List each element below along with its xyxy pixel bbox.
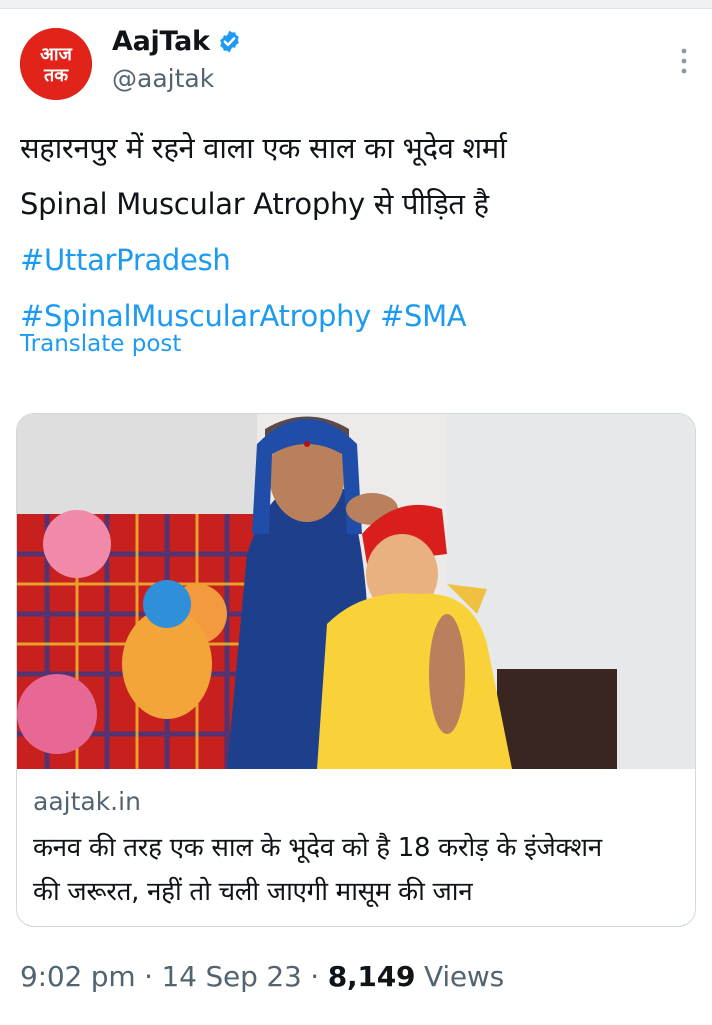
author-name-text: AajTak <box>112 26 210 57</box>
svg-text:आज: आज <box>40 44 72 65</box>
hashtag-link[interactable]: #SMA <box>380 299 467 333</box>
verified-badge-icon <box>219 30 239 53</box>
views-label: Views <box>423 960 505 993</box>
link-card[interactable]: aajtak.in कनव की तरह एक साल के भूदेव को … <box>16 413 696 927</box>
post-time[interactable]: 9:02 pm <box>20 960 136 993</box>
card-title: कनव की तरह एक साल के भूदेव को है 18 करोड… <box>33 826 683 914</box>
aajtak-logo-icon: आज तक <box>20 28 92 100</box>
meta-separator: · <box>144 960 153 993</box>
post-text: सहारनपुर में रहने वाला एक साल का भूदेव श… <box>20 120 692 344</box>
svg-text:तक: तक <box>43 65 69 86</box>
views-count: 8,149 <box>327 960 416 993</box>
post-line: सहारनपुर में रहने वाला एक साल का भूदेव श… <box>20 131 507 165</box>
card-title-line: की जरूरत, नहीं तो चली जाएगी मासूम की जान <box>33 877 473 907</box>
hashtag-link[interactable]: #UttarPradesh <box>20 232 692 288</box>
translate-post-link[interactable]: Translate post <box>20 331 181 357</box>
card-photo <box>17 414 695 769</box>
avatar[interactable]: आज तक <box>20 28 92 100</box>
post-line: Spinal Muscular Atrophy से पीड़ित है <box>20 187 489 221</box>
card-title-line: कनव की तरह एक साल के भूदेव को है 18 करोड… <box>33 833 602 863</box>
meta-separator: · <box>310 960 319 993</box>
hashtag-link[interactable]: #SpinalMuscularAtrophy <box>20 299 371 333</box>
post-date[interactable]: 14 Sep 23 <box>162 960 302 993</box>
post-meta: 9:02 pm · 14 Sep 23 · 8,149 Views <box>20 960 504 993</box>
more-vertical-icon[interactable] <box>676 46 692 76</box>
author-handle[interactable]: @aajtak <box>112 64 214 93</box>
top-divider <box>0 0 712 9</box>
card-domain: aajtak.in <box>33 787 141 816</box>
author-name[interactable]: AajTak <box>112 26 242 57</box>
